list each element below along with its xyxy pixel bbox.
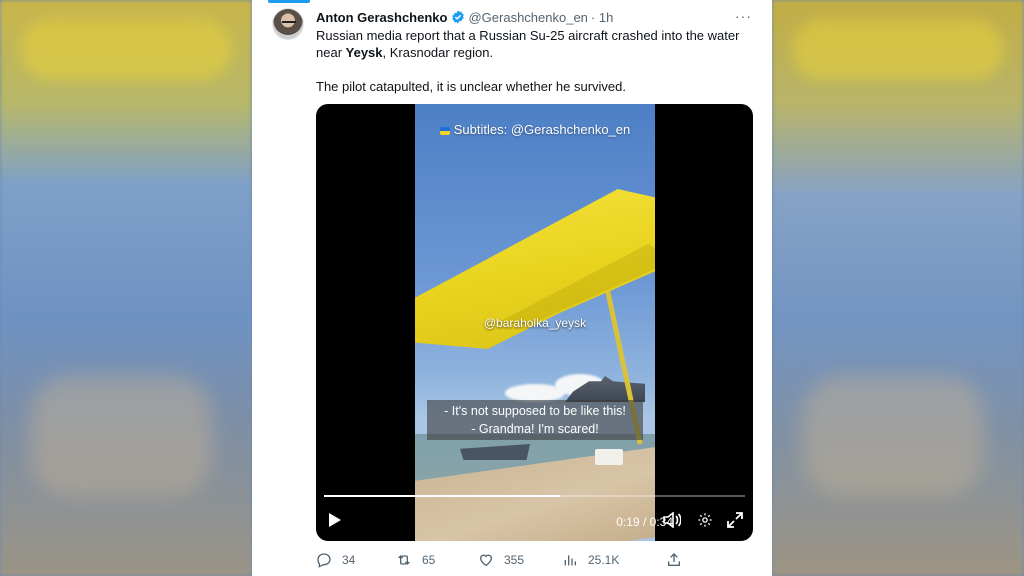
- background-blur-band: [792, 20, 1004, 80]
- caption-line: - Grandma! I'm scared!: [471, 422, 599, 436]
- reply-icon: [317, 553, 331, 568]
- background-blur-haze: [802, 376, 984, 496]
- avatar-glasses: [282, 21, 296, 24]
- views-button[interactable]: 25.1K: [562, 552, 666, 568]
- more-options-icon[interactable]: ···: [735, 8, 752, 24]
- share-icon: [668, 553, 680, 566]
- tweet-timestamp[interactable]: · 1h: [591, 10, 613, 25]
- avatar[interactable]: [272, 8, 304, 40]
- play-icon[interactable]: [328, 512, 342, 528]
- background-blur-haze: [30, 376, 212, 496]
- author-name[interactable]: Anton Gerashchenko: [316, 10, 447, 25]
- blurred-background-right: [772, 0, 1024, 576]
- active-tab-indicator: [268, 0, 310, 3]
- tweet-header: Anton Gerashchenko @Gerashchenko_en · 1h…: [316, 8, 758, 26]
- video-controls: 0:19 / 0:34: [316, 508, 753, 536]
- tweet-paragraph-1: Russian media report that a Russian Su-2…: [316, 27, 756, 61]
- like-button[interactable]: 355: [478, 552, 562, 568]
- fullscreen-icon[interactable]: [727, 512, 743, 528]
- tweet-text: Russian media report that a Russian Su-2…: [316, 27, 756, 95]
- settings-gear-icon[interactable]: [697, 512, 713, 528]
- heart-icon: [479, 554, 493, 567]
- retweet-icon: [398, 555, 410, 565]
- video-progress-bar[interactable]: [324, 495, 745, 497]
- tweet-text-segment: , Krasnodar region.: [382, 45, 494, 60]
- background-blur-band: [20, 20, 232, 80]
- view-count: 25.1K: [588, 553, 620, 567]
- blurred-background-left: [0, 0, 252, 576]
- ukraine-flag-icon: [439, 127, 450, 135]
- tweet-text-bold: Yeysk: [345, 45, 383, 60]
- video-progress-fill: [324, 495, 560, 497]
- caption-line: - It's not supposed to be like this!: [444, 404, 626, 418]
- tweet-paragraph-2: The pilot catapulted, it is unclear whet…: [316, 79, 627, 94]
- verified-badge-icon: [451, 10, 465, 24]
- reply-button[interactable]: 34: [316, 552, 396, 568]
- video-subtitle-credit: Subtitles: @Gerashchenko_en: [415, 122, 655, 137]
- reply-count: 34: [342, 553, 356, 567]
- like-count: 355: [504, 553, 525, 567]
- tweet-card[interactable]: Anton Gerashchenko @Gerashchenko_en · 1h…: [252, 0, 772, 576]
- author-handle[interactable]: @Gerashchenko_en: [468, 10, 587, 25]
- beach-chair: [595, 449, 623, 465]
- analytics-bars-icon: [564, 555, 576, 566]
- volume-icon[interactable]: [663, 512, 681, 528]
- video-watermark: @baraholka_yeysk: [483, 316, 587, 330]
- video-frame: Subtitles: @Gerashchenko_en @baraholka_y…: [415, 104, 655, 541]
- retweet-count: 65: [422, 553, 436, 567]
- video-player[interactable]: Subtitles: @Gerashchenko_en @baraholka_y…: [316, 104, 753, 541]
- tweet-actions: 34 65 355 25.1K: [316, 550, 696, 570]
- subtitle-credit-text: Subtitles: @Gerashchenko_en: [453, 122, 631, 137]
- share-button[interactable]: [666, 552, 692, 568]
- video-caption: - It's not supposed to be like this! - G…: [427, 400, 643, 440]
- retweet-button[interactable]: 65: [396, 552, 478, 568]
